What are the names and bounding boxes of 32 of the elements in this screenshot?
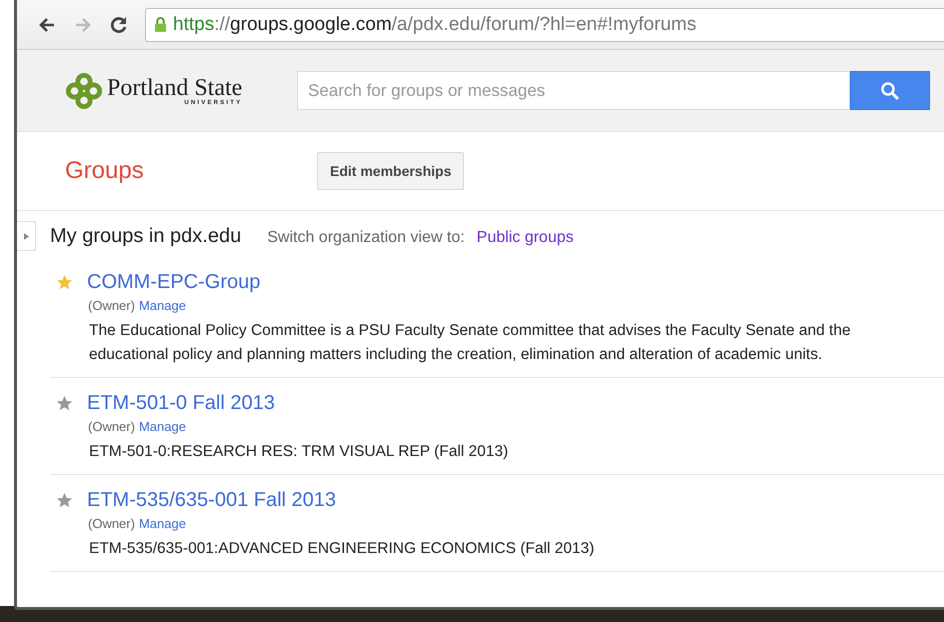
group-name-link[interactable]: ETM-535/635-001 Fall 2013 [87,489,336,512]
triangle-right-icon [24,232,28,240]
group-name-link[interactable]: ETM-501-0 Fall 2013 [87,392,275,415]
manage-link[interactable]: Manage [138,516,186,531]
role-label: (Owner) [88,298,135,313]
collapse-tab[interactable] [17,221,36,251]
group-name-link[interactable]: COMM-EPC-Group [87,271,260,294]
role-label: (Owner) [88,419,135,434]
manage-link[interactable]: Manage [138,298,186,313]
knot-logo-icon [65,72,103,110]
search-icon [880,80,900,100]
search-field[interactable]: Search for groups or messages [297,71,850,110]
group-description: ETM-535/635-001:ADVANCED ENGINEERING ECONOMICS (Fall 2013) [89,539,596,559]
logo-name: Portland State [107,76,242,100]
star-icon[interactable] [56,492,73,509]
group-description: The Educational Policy Committee is a PSU Faculty Senate committee that advises the Faculty Senate and the [89,321,852,341]
manage-link[interactable]: Manage [138,419,186,434]
star-icon[interactable] [56,395,73,412]
section-heading: My groups in pdx.edu [50,225,242,248]
padlock-icon [154,16,167,33]
search-button[interactable] [850,71,930,110]
url-text: https://groups.google.com/a/pdx.edu/forum/?hl=en#!myforums [173,14,696,36]
role-label: (Owner) [88,516,135,531]
switch-label: Switch organization view to: [267,229,465,247]
star-icon[interactable] [56,274,73,291]
edit-memberships-button[interactable]: Edit memberships [317,152,464,190]
reload-icon[interactable] [109,14,129,34]
public-groups-link[interactable]: Public groups [476,229,574,247]
address-bar[interactable]: https://groups.google.com/a/pdx.edu/forum/?hl=en#!myforums [145,8,944,42]
page-title: Groups [65,157,145,185]
group-description: ETM-501-0:RESEARCH RES: TRM VISUAL REP (Fall 2013) [89,442,510,462]
group-description: educational policy and planning matters including the creation, elimination and alteration of academic units. [89,345,824,365]
